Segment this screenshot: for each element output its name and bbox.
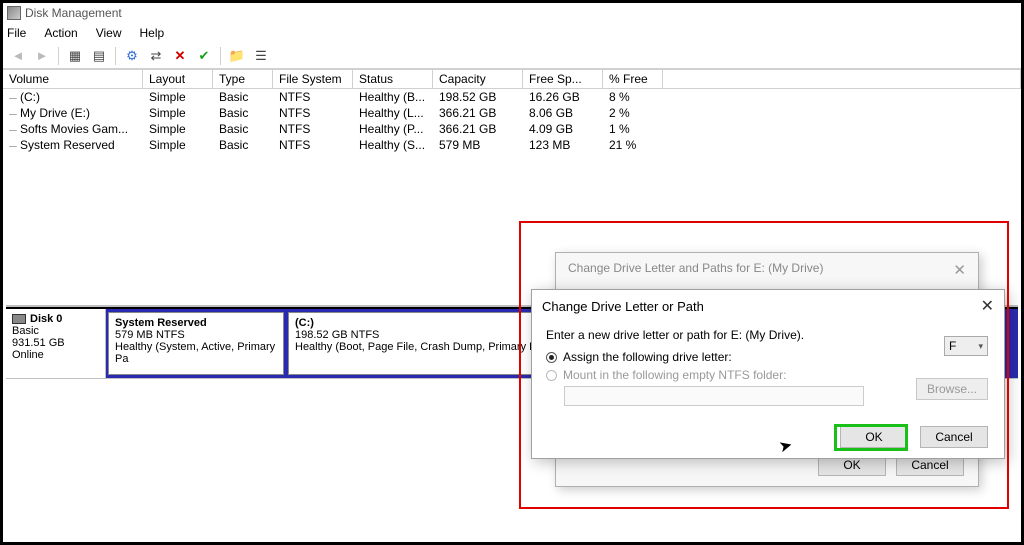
- drive-letter-select[interactable]: F ▾: [944, 336, 988, 356]
- menu-action[interactable]: Action: [44, 26, 77, 40]
- col-free[interactable]: Free Sp...: [523, 70, 603, 89]
- table-row[interactable]: System Reserved Simple Basic NTFS Health…: [3, 137, 1021, 153]
- panel2-icon[interactable]: ▤: [88, 46, 110, 66]
- disk-info[interactable]: Disk 0 Basic 931.51 GB Online: [6, 309, 106, 378]
- mount-path-input: [564, 386, 864, 406]
- volume-list: Volume Layout Type File System Status Ca…: [3, 69, 1021, 153]
- folder-icon[interactable]: 📁: [226, 46, 248, 66]
- col-capacity[interactable]: Capacity: [433, 70, 523, 89]
- window-titlebar: Disk Management: [3, 3, 1021, 23]
- option-assign-letter[interactable]: Assign the following drive letter:: [546, 350, 990, 364]
- app-icon: [7, 6, 21, 20]
- dialog-title: Change Drive Letter or Path: [542, 299, 704, 314]
- close-icon[interactable]: ✕: [981, 296, 994, 316]
- cancel-button[interactable]: Cancel: [920, 426, 988, 448]
- menu-help[interactable]: Help: [140, 26, 165, 40]
- panel1-icon[interactable]: ▦: [64, 46, 86, 66]
- ok-button[interactable]: OK: [840, 426, 908, 448]
- dialog-instruction: Enter a new drive letter or path for E: …: [546, 328, 990, 342]
- window-title: Disk Management: [25, 6, 122, 20]
- browse-button: Browse...: [916, 378, 988, 400]
- partition[interactable]: System Reserved 579 MB NTFS Healthy (Sys…: [108, 312, 284, 375]
- properties-icon[interactable]: ☰: [250, 46, 272, 66]
- back-icon: ◄: [7, 46, 29, 66]
- link-icon[interactable]: ⇄: [145, 46, 167, 66]
- col-pctfree[interactable]: % Free: [603, 70, 663, 89]
- forward-icon: ►: [31, 46, 53, 66]
- close-icon[interactable]: ✕: [953, 261, 966, 279]
- table-row[interactable]: My Drive (E:) Simple Basic NTFS Healthy …: [3, 105, 1021, 121]
- delete-icon[interactable]: ✕: [169, 46, 191, 66]
- check-icon[interactable]: ✔: [193, 46, 215, 66]
- parent-dialog-title: Change Drive Letter and Paths for E: (My…: [568, 261, 823, 279]
- selected-letter: F: [949, 339, 956, 353]
- menu-view[interactable]: View: [96, 26, 122, 40]
- change-drive-letter-dialog: Change Drive Letter or Path ✕ Enter a ne…: [531, 289, 1005, 459]
- col-layout[interactable]: Layout: [143, 70, 213, 89]
- col-volume[interactable]: Volume: [3, 70, 143, 89]
- radio-selected-icon[interactable]: [546, 352, 557, 363]
- settings-icon[interactable]: ⚙: [121, 46, 143, 66]
- chevron-down-icon: ▾: [978, 341, 983, 352]
- disk-icon: [12, 314, 26, 324]
- menu-bar: File Action View Help: [3, 23, 1021, 43]
- radio-unselected-icon[interactable]: [546, 370, 557, 381]
- menu-file[interactable]: File: [7, 26, 26, 40]
- col-type[interactable]: Type: [213, 70, 273, 89]
- volume-list-header: Volume Layout Type File System Status Ca…: [3, 70, 1021, 89]
- table-row[interactable]: (C:) Simple Basic NTFS Healthy (B... 198…: [3, 89, 1021, 105]
- toolbar: ◄ ► ▦ ▤ ⚙ ⇄ ✕ ✔ 📁 ☰: [3, 43, 1021, 69]
- col-status[interactable]: Status: [353, 70, 433, 89]
- col-fs[interactable]: File System: [273, 70, 353, 89]
- table-row[interactable]: Softs Movies Gam... Simple Basic NTFS He…: [3, 121, 1021, 137]
